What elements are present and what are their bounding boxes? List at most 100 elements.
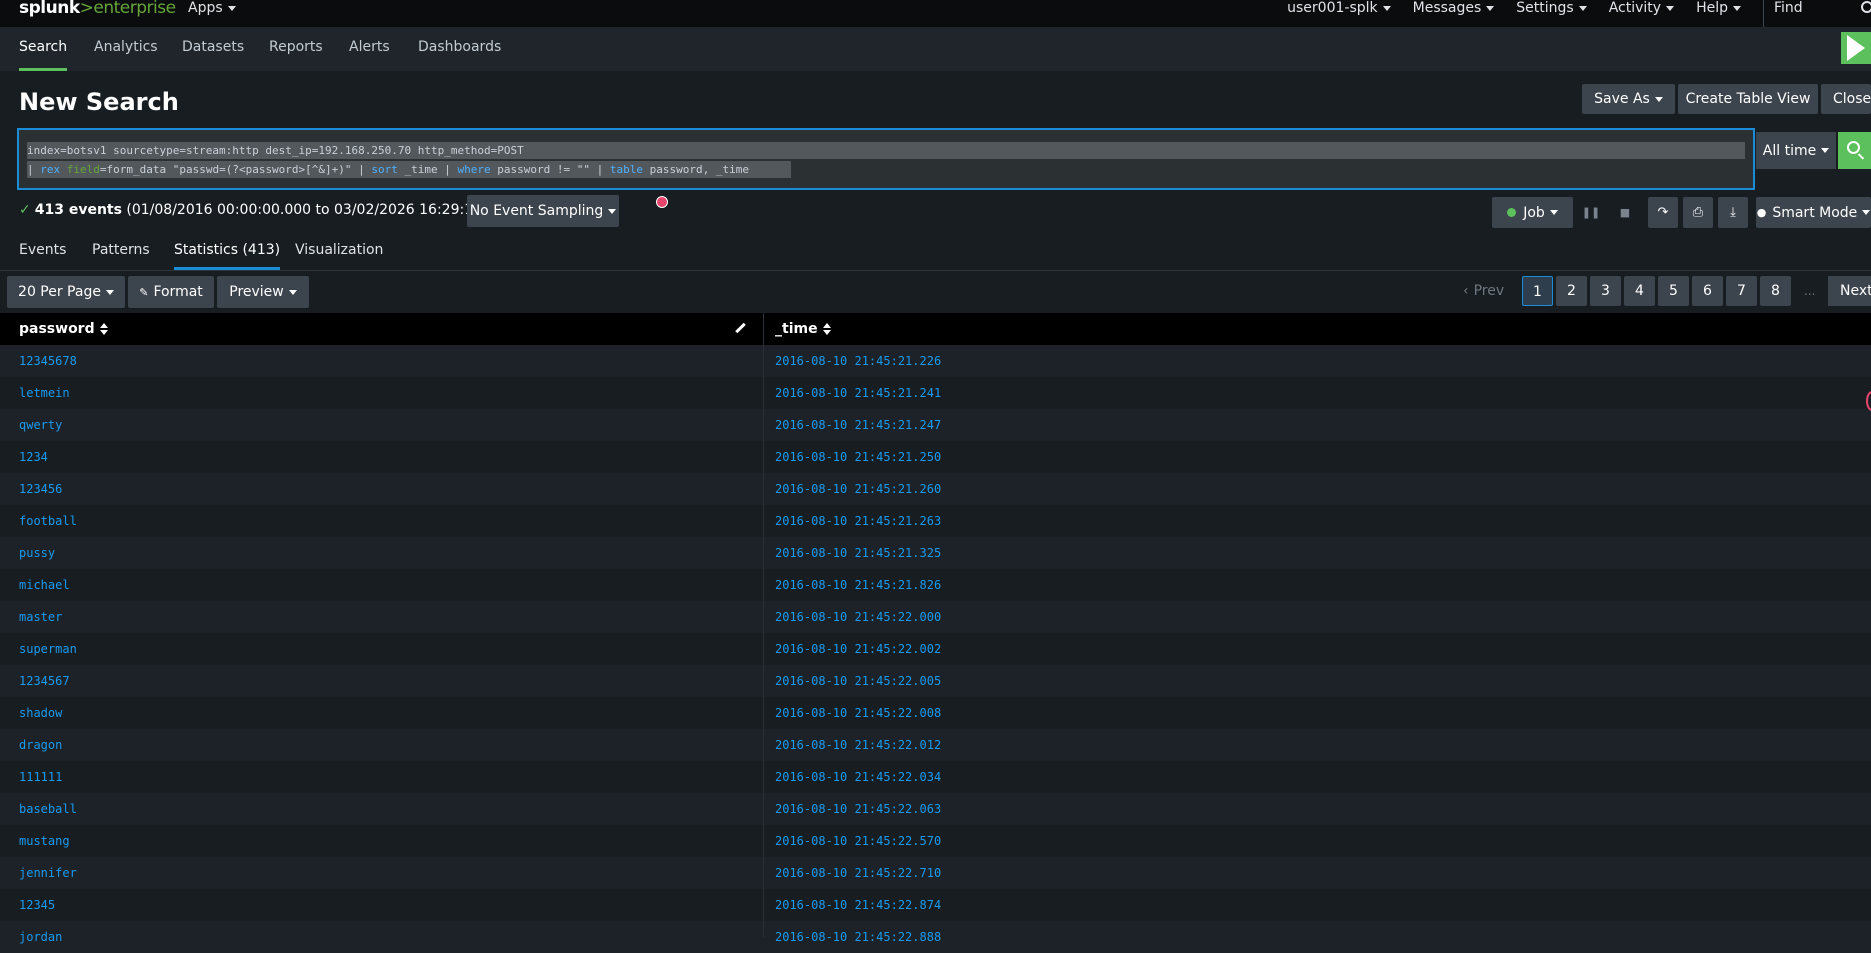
password-cell[interactable]: 123456 (19, 473, 62, 505)
tab-analytics[interactable]: Analytics (94, 39, 158, 71)
column-header-label: password (19, 321, 95, 337)
page-7-button[interactable]: 7 (1726, 276, 1757, 306)
event-status: ✓ 413 events (01/08/2016 00:00:00.000 to … (19, 202, 519, 218)
save-as-button[interactable]: Save As (1582, 84, 1675, 114)
tab-dashboards[interactable]: Dashboards (418, 39, 501, 71)
time-cell[interactable]: 2016-08-10 21:45:22.012 (775, 729, 941, 761)
time-cell[interactable]: 2016-08-10 21:45:22.888 (775, 921, 941, 953)
time-cell[interactable]: 2016-08-10 21:45:22.063 (775, 793, 941, 825)
tab-visualization[interactable]: Visualization (295, 242, 383, 270)
time-cell[interactable]: 2016-08-10 21:45:21.260 (775, 473, 941, 505)
print-button[interactable]: ⎙ (1683, 197, 1713, 228)
prev-page-button[interactable]: ‹ Prev (1463, 276, 1504, 306)
password-cell[interactable]: 111111 (19, 761, 62, 793)
time-range-picker[interactable]: All time (1756, 132, 1836, 169)
search-button[interactable] (1838, 132, 1871, 169)
prev-label: Prev (1473, 283, 1505, 299)
search-query-input[interactable]: index=botsv1 sourcetype=stream:http dest… (17, 128, 1755, 190)
activity-menu[interactable]: Activity (1609, 0, 1675, 17)
time-cell[interactable]: 2016-08-10 21:45:21.247 (775, 409, 941, 441)
time-cell[interactable]: 2016-08-10 21:45:21.826 (775, 569, 941, 601)
tab-events[interactable]: Events (19, 242, 66, 270)
query-command-table: table (609, 163, 643, 176)
time-cell[interactable]: 2016-08-10 21:45:21.325 (775, 537, 941, 569)
save-as-label: Save As (1594, 91, 1650, 107)
table-row: shadow 2016-08-10 21:45:22.008 (0, 697, 1871, 729)
caret-down-icon (1733, 5, 1741, 11)
run-arrow-icon[interactable] (1841, 32, 1871, 64)
help-menu[interactable]: Help (1696, 0, 1741, 17)
tabs-divider (0, 270, 1871, 271)
job-menu[interactable]: Job (1492, 197, 1573, 228)
time-cell[interactable]: 2016-08-10 21:45:22.002 (775, 633, 941, 665)
stop-icon[interactable]: ■ (1612, 197, 1638, 228)
password-cell[interactable]: qwerty (19, 409, 62, 441)
messages-menu[interactable]: Messages (1413, 0, 1495, 17)
tab-search[interactable]: Search (19, 39, 68, 71)
time-cell[interactable]: 2016-08-10 21:45:21.226 (775, 345, 941, 377)
event-sampling-dropdown[interactable]: No Event Sampling (467, 195, 619, 227)
per-page-dropdown[interactable]: 20 Per Page (7, 276, 125, 308)
password-cell[interactable]: baseball (19, 793, 77, 825)
password-cell[interactable]: jordan (19, 921, 62, 953)
splunk-logo[interactable]: splunk>enterprise (19, 0, 176, 17)
page-8-button[interactable]: 8 (1760, 276, 1791, 306)
column-header-time[interactable]: _time (775, 313, 831, 345)
password-cell[interactable]: mustang (19, 825, 70, 857)
settings-menu[interactable]: Settings (1516, 0, 1587, 17)
password-cell[interactable]: 1234567 (19, 665, 70, 697)
password-cell[interactable]: shadow (19, 697, 62, 729)
column-header-password[interactable]: password (19, 313, 108, 345)
tab-patterns[interactable]: Patterns (92, 242, 150, 270)
password-cell[interactable]: jennifer (19, 857, 77, 889)
user-menu[interactable]: user001-splk (1287, 0, 1391, 17)
share-button[interactable]: ↷ (1648, 197, 1678, 228)
page-2-button[interactable]: 2 (1556, 276, 1587, 306)
time-cell[interactable]: 2016-08-10 21:45:21.241 (775, 377, 941, 409)
tab-datasets[interactable]: Datasets (182, 39, 244, 71)
tab-statistics[interactable]: Statistics (413) (174, 242, 281, 270)
time-cell[interactable]: 2016-08-10 21:45:22.034 (775, 761, 941, 793)
page-6-button[interactable]: 6 (1692, 276, 1723, 306)
tab-reports[interactable]: Reports (269, 39, 323, 71)
page-5-button[interactable]: 5 (1658, 276, 1689, 306)
pause-icon[interactable]: ❚❚ (1578, 197, 1604, 228)
table-row: 1234567 2016-08-10 21:45:22.005 (0, 665, 1871, 697)
edit-column-icon[interactable] (735, 322, 746, 334)
find-input[interactable]: Find (1763, 0, 1871, 27)
password-cell[interactable]: 12345678 (19, 345, 77, 377)
create-table-view-button[interactable]: Create Table View (1678, 84, 1818, 114)
time-cell[interactable]: 2016-08-10 21:45:22.874 (775, 889, 941, 921)
page-3-button[interactable]: 3 (1590, 276, 1621, 306)
caret-down-icon (1821, 148, 1830, 153)
apps-menu[interactable]: Apps (188, 0, 236, 17)
password-cell[interactable]: letmein (19, 377, 70, 409)
password-cell[interactable]: 1234 (19, 441, 48, 473)
close-button[interactable]: Close (1821, 84, 1871, 114)
time-cell[interactable]: 2016-08-10 21:45:21.263 (775, 505, 941, 537)
page-4-button[interactable]: 4 (1624, 276, 1655, 306)
format-button[interactable]: ✎ Format (128, 276, 214, 308)
search-mode-label: Smart Mode (1772, 204, 1858, 221)
time-cell[interactable]: 2016-08-10 21:45:22.008 (775, 697, 941, 729)
password-cell[interactable]: master (19, 601, 62, 633)
scroll-marker (1866, 391, 1871, 411)
time-cell[interactable]: 2016-08-10 21:45:22.710 (775, 857, 941, 889)
next-page-button[interactable]: Next (1828, 276, 1871, 306)
job-label: Job (1523, 204, 1545, 221)
tab-alerts[interactable]: Alerts (349, 39, 390, 71)
preview-dropdown[interactable]: Preview (217, 276, 309, 308)
password-cell[interactable]: pussy (19, 537, 55, 569)
time-cell[interactable]: 2016-08-10 21:45:22.005 (775, 665, 941, 697)
password-cell[interactable]: superman (19, 633, 77, 665)
password-cell[interactable]: 12345 (19, 889, 55, 921)
export-button[interactable]: ⤓ (1718, 197, 1748, 228)
password-cell[interactable]: michael (19, 569, 70, 601)
password-cell[interactable]: dragon (19, 729, 62, 761)
time-cell[interactable]: 2016-08-10 21:45:21.250 (775, 441, 941, 473)
page-1-button[interactable]: 1 (1522, 276, 1553, 306)
time-cell[interactable]: 2016-08-10 21:45:22.000 (775, 601, 941, 633)
search-mode-dropdown[interactable]: ● Smart Mode (1756, 197, 1871, 228)
time-cell[interactable]: 2016-08-10 21:45:22.570 (775, 825, 941, 857)
password-cell[interactable]: football (19, 505, 77, 537)
